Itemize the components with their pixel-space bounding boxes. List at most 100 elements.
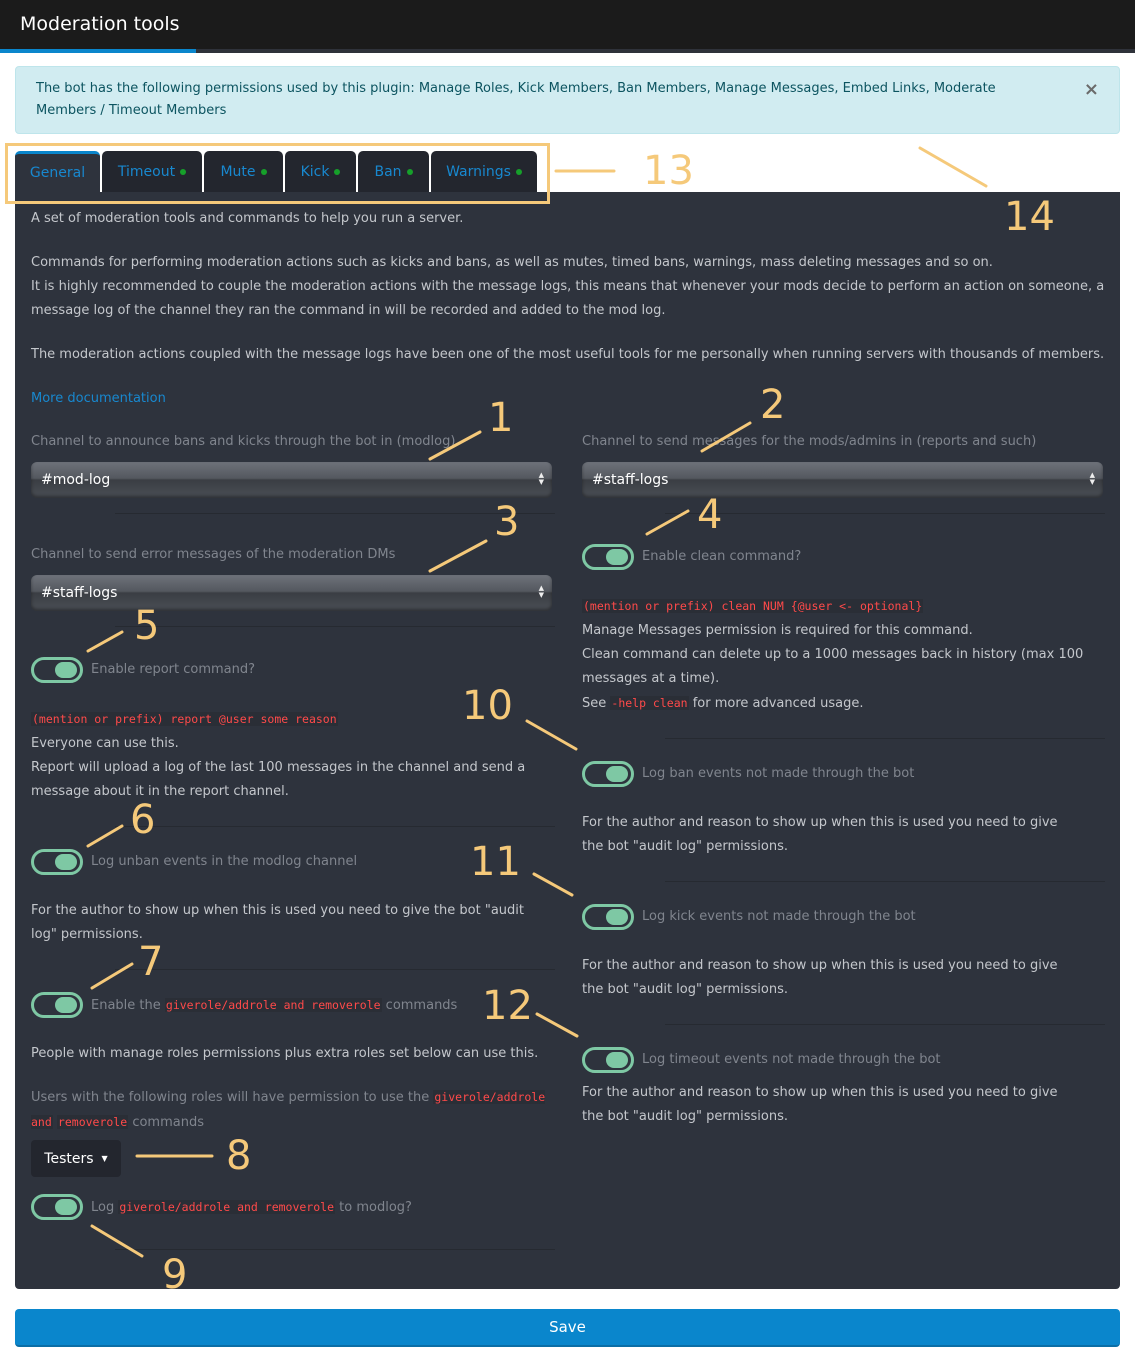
clean-command-syntax: (mention or prefix) clean NUM {@user <- … [582,594,924,619]
tab-ban[interactable]: Ban [358,151,429,192]
label-text: Log [91,1200,115,1215]
report-description: Report will upload a log of the last 100… [31,760,526,799]
more-documentation-link[interactable]: More documentation [31,387,166,411]
giverole-toggle-label: Enable the giverole/addrole and removero… [91,993,457,1018]
intro-text: Commands for performing moderation actio… [31,255,993,270]
log-timeout-label: Log timeout events not made through the … [642,1052,941,1067]
divider [115,826,555,827]
tab-mute[interactable]: Mute [204,151,283,192]
select-arrows-icon: ▲ ▼ [538,584,544,599]
ban-description: For the author and reason to show up whe… [582,815,1058,854]
annotation-label: 6 [130,797,156,843]
report-command-toggle[interactable] [31,657,83,683]
error-channel-select[interactable]: #staff-logs ▲ ▼ [31,575,552,611]
code-snippet: giverole/addrole and removerole [118,1200,336,1214]
report-description: Everyone can use this. [31,736,179,751]
annotation-label: 1 [488,395,514,441]
code-snippet: removerole [56,1115,129,1129]
roles-label: Users with the following roles will have… [31,1085,556,1135]
mods-channel-select[interactable]: #staff-logs ▲ ▼ [582,462,1103,498]
divider [665,881,1105,882]
log-unban-toggle[interactable] [31,849,83,875]
tab-kick[interactable]: Kick [285,151,356,192]
divider [665,738,1105,739]
intro-text: It is highly recommended to couple the m… [31,279,1105,318]
log-timeout-toggle[interactable] [582,1047,634,1073]
toggle-knob [55,1199,77,1215]
toggle-knob [606,766,628,782]
tab-label: Ban [374,163,402,180]
tab-general[interactable]: General [15,151,100,192]
annotation-label: 5 [134,603,160,649]
select-arrows-icon: ▲ ▼ [538,471,544,486]
clean-help-text: See -help clean for more advanced usage. [582,691,864,716]
alert-text: The bot has the following permissions us… [36,81,996,118]
label-text: commands [132,1115,204,1130]
log-ban-toggle[interactable] [582,761,634,787]
modlog-channel-select[interactable]: #mod-log ▲ ▼ [31,462,552,498]
tab-label: Kick [300,163,330,180]
report-command-syntax: (mention or prefix) report @user some re… [31,707,338,732]
close-icon[interactable]: × [1084,79,1099,101]
giverole-description: People with manage roles permissions plu… [31,1046,539,1061]
status-dot-icon [406,168,413,175]
label-text: Enable the [91,998,161,1013]
status-dot-icon [515,168,522,175]
toggle-knob [606,549,628,565]
toggle-knob [55,997,77,1013]
mods-channel-label: Channel to send messages for the mods/ad… [582,434,1037,449]
header-bar [196,49,1135,53]
intro-text: The moderation actions coupled with the … [31,347,1105,362]
clean-description: Clean command can delete up to a 1000 me… [582,647,1084,686]
error-channel-label: Channel to send error messages of the mo… [31,547,396,562]
toggle-knob [55,662,77,678]
log-giverole-toggle[interactable] [31,1194,83,1220]
annotation-line [918,146,988,188]
tab-label: Timeout [117,163,176,180]
log-ban-label: Log ban events not made through the bot [642,766,915,781]
top-bar: Moderation tools [0,0,1135,53]
log-kick-toggle[interactable] [582,904,634,930]
divider [115,1249,555,1250]
status-dot-icon [260,168,267,175]
toggle-knob [606,1052,628,1068]
divider [665,1024,1105,1025]
annotation-label: 4 [697,492,723,538]
annotation-label: 2 [760,382,786,428]
intro-text: A set of moderation tools and commands t… [31,211,464,226]
save-button[interactable]: Save [15,1309,1120,1347]
annotation-label: 8 [226,1133,252,1179]
log-kick-label: Log kick events not made through the bot [642,909,916,924]
giverole-command-toggle[interactable] [31,992,83,1018]
tab-timeout[interactable]: Timeout [102,151,202,192]
tab-warnings[interactable]: Warnings [431,151,537,192]
annotation-label: 13 [643,148,694,194]
toggle-knob [55,854,77,870]
label-text: for more advanced usage. [692,696,864,711]
annotation-label: 11 [470,839,521,885]
label-text: See [582,696,607,711]
select-arrows-icon: ▲ ▼ [1089,471,1095,486]
tab-label: General [29,165,86,181]
code-snippet: (mention or prefix) report @user some re… [31,712,338,726]
select-value: #mod-log [41,472,111,488]
general-panel: A set of moderation tools and commands t… [15,192,1120,1289]
label-text: commands [385,998,458,1013]
status-dot-icon [180,168,187,175]
header-accent-bar [0,49,196,53]
plugin-tabs: General Timeout Mute Kick Ban Warnings [15,151,539,192]
clean-description: Manage Messages permission is required f… [582,623,973,638]
annotation-label: 10 [462,683,513,729]
annotation-label: 7 [138,939,164,985]
roles-dropdown[interactable]: Testers ▼ [31,1140,121,1177]
annotation-label: 14 [1004,194,1055,240]
unban-description: For the author to show up when this is u… [31,903,524,942]
log-unban-label: Log unban events in the modlog channel [91,854,358,869]
status-dot-icon [334,168,341,175]
log-giverole-label: Log giverole/addrole and removerole to m… [91,1195,412,1220]
code-snippet: giverole/addrole and removerole [164,998,382,1012]
page-title: Moderation tools [20,13,180,35]
label-text: Users with the following roles will have… [31,1090,430,1105]
divider [665,513,1105,514]
clean-command-toggle[interactable] [582,544,634,570]
